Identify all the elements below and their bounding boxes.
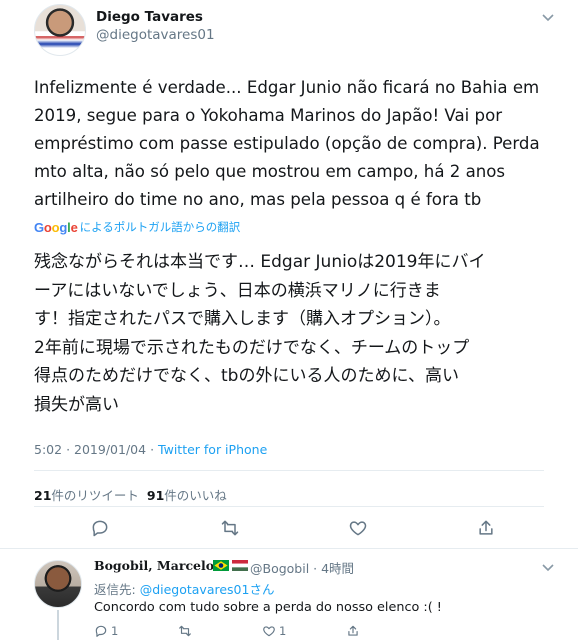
- translated-line: 2年前に現場で示されたものだけでなく、チームのトップ: [34, 337, 470, 358]
- retweet-icon[interactable]: [178, 624, 192, 638]
- reply-action-retweet[interactable]: [178, 624, 192, 638]
- tweet-date: 2019/01/04: [74, 442, 147, 457]
- reply-action-bar: 1 1: [94, 624, 384, 640]
- translated-line: 損失が高い: [34, 394, 119, 415]
- thread-line: [57, 610, 59, 640]
- translated-text: 残念ながらそれは本当です… Edgar Junioは2019年にバイ ーアにはい…: [34, 248, 554, 419]
- tweet-meta: 5:02 · 2019/01/04 · Twitter for iPhone: [34, 442, 267, 457]
- tweet-stats: 21件のリツイート 91件のいいね: [34, 485, 227, 504]
- google-letter: g: [59, 219, 68, 235]
- reply-like-count: 1: [279, 624, 287, 638]
- google-logo: Google: [34, 220, 78, 235]
- divider: [0, 548, 578, 549]
- translated-line: ーアにはいないでしょう、日本の横浜マリノに行きま: [34, 280, 441, 301]
- translated-line: 得点のためだけでなく、tbの外にいる人のために、高い: [34, 366, 459, 386]
- translated-line: 残念ながらそれは本当です… Edgar Junioは2019年にバイ: [34, 252, 486, 272]
- tweet-text-line: 2019, segue para o Yokohama Marinos do J…: [34, 106, 503, 125]
- tweet-time: 5:02: [34, 442, 63, 457]
- caret-down-icon[interactable]: [542, 564, 554, 572]
- google-letter: o: [43, 219, 52, 235]
- translation-attribution[interactable]: Google によるポルトガル語からの翻訳: [34, 219, 240, 235]
- translate-label: によるポルトガル語からの翻訳: [79, 220, 241, 234]
- reply-count: 1: [111, 624, 119, 638]
- hungary-flag-icon: [232, 560, 248, 571]
- divider: [34, 470, 544, 471]
- reply-icon[interactable]: [90, 518, 110, 538]
- like-count[interactable]: 91: [147, 488, 164, 503]
- reply-action-share[interactable]: [346, 624, 360, 638]
- reply-display-name[interactable]: 𝐁𝐨𝐠𝐨𝐛𝐢𝐥, 𝐌𝐚𝐫𝐜𝐞𝐥𝐨: [94, 558, 214, 573]
- retweet-icon[interactable]: [220, 518, 240, 538]
- tweet-text-line: Infelizmente é verdade... Edgar Junio nã…: [34, 78, 540, 97]
- retweet-count[interactable]: 21: [34, 488, 51, 503]
- reply-to-line: 返信先: @diegotavares01さん: [94, 579, 274, 598]
- translated-line: す！指定されたパスで購入します（購入オプション）。: [34, 309, 451, 329]
- retweet-label[interactable]: 件のリツイート: [51, 488, 139, 503]
- separator: ·: [66, 442, 71, 457]
- like-icon[interactable]: [348, 518, 368, 538]
- reply-action-reply[interactable]: 1: [94, 624, 118, 638]
- reply-icon[interactable]: [94, 624, 108, 638]
- tweet-text-line: artilheiro do time no ano, mas pela pess…: [34, 190, 482, 209]
- display-name[interactable]: Diego Tavares: [96, 9, 203, 25]
- google-letter: o: [51, 219, 60, 235]
- share-icon[interactable]: [476, 518, 496, 538]
- reply-tweet[interactable]: 𝐁𝐨𝐠𝐨𝐛𝐢𝐥, 𝐌𝐚𝐫𝐜𝐞𝐥𝐨 @Bogobil · 4時間 返信先: @di…: [0, 552, 578, 640]
- google-letter: e: [70, 219, 78, 235]
- reply-handle-time[interactable]: @Bogobil · 4時間: [250, 558, 354, 577]
- reply-text: Concordo com tudo sobre a perda do nosso…: [94, 600, 442, 615]
- avatar[interactable]: [34, 560, 82, 608]
- reply-to-prefix: 返信先:: [94, 582, 140, 597]
- tweet-text: Infelizmente é verdade... Edgar Junio nã…: [34, 74, 554, 214]
- avatar[interactable]: [34, 4, 86, 56]
- reply-to-handle[interactable]: @diegotavares01さん: [140, 582, 275, 597]
- tweet-text-line: empréstimo com passe estipulado (opção d…: [34, 134, 540, 153]
- user-handle[interactable]: @diegotavares01: [96, 27, 215, 43]
- like-icon[interactable]: [262, 624, 276, 638]
- action-bar: [34, 512, 544, 544]
- separator: ·: [150, 442, 155, 457]
- google-letter: G: [34, 219, 44, 235]
- share-icon[interactable]: [346, 624, 360, 638]
- tweet-text-line: mto alta, não só pelo que mostrou em cam…: [34, 162, 506, 181]
- divider: [34, 506, 544, 507]
- caret-down-icon[interactable]: [542, 14, 554, 22]
- like-label[interactable]: 件のいいね: [164, 488, 227, 503]
- tweet-source-link[interactable]: Twitter for iPhone: [158, 442, 267, 457]
- flag-emojis: [213, 560, 248, 571]
- reply-action-like[interactable]: 1: [262, 624, 286, 638]
- brazil-flag-icon: [213, 560, 229, 571]
